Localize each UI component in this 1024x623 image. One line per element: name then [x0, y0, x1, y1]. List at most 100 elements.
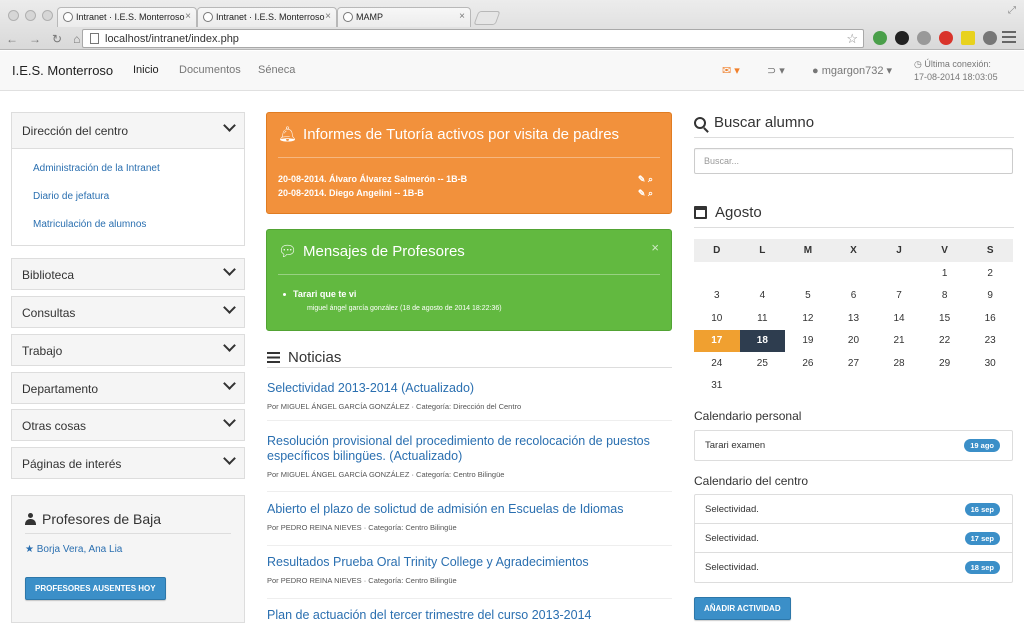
nav-documentos[interactable]: Documentos — [179, 64, 241, 76]
calendar-day[interactable]: 28 — [876, 352, 922, 375]
list-item[interactable]: Selectividad. 17 sep — [695, 524, 1012, 553]
event-label: Selectividad. — [705, 533, 759, 544]
drive-extension-icon[interactable] — [873, 31, 887, 45]
close-tab-icon[interactable]: × — [459, 11, 465, 22]
list-item[interactable]: Selectividad. 18 sep — [695, 553, 1012, 582]
abp-extension-icon[interactable] — [917, 31, 931, 45]
calendar-day[interactable]: 25 — [740, 352, 786, 375]
calendar-day[interactable]: 22 — [922, 330, 968, 353]
calendar-day[interactable]: 16 — [967, 307, 1013, 330]
calendar-day[interactable]: 12 — [785, 307, 831, 330]
calendar-day[interactable]: 20 — [831, 330, 877, 353]
noticias-header: Noticias — [267, 347, 672, 368]
news-title[interactable]: Resolución provisional del procedimiento… — [267, 434, 672, 464]
buscar-title: Buscar alumno — [714, 114, 815, 131]
calendar-day[interactable]: 26 — [785, 352, 831, 375]
extension-icon[interactable] — [961, 31, 975, 45]
rss-icon[interactable]: ⊃ ▾ — [767, 64, 785, 77]
list-item[interactable]: Selectividad. 16 sep — [695, 495, 1012, 524]
calendar-day[interactable]: 5 — [785, 285, 831, 308]
news-title[interactable]: Plan de actuación del tercer trimestre d… — [267, 608, 672, 623]
event-label: Tarari examen — [705, 440, 766, 451]
edit-icon[interactable]: ✎ — [638, 188, 646, 198]
close-icon[interactable]: × — [651, 240, 659, 255]
calendar-day[interactable]: 30 — [967, 352, 1013, 375]
browser-tab-2[interactable]: Intranet · I.E.S. Monterroso × — [197, 7, 337, 27]
news-title[interactable]: Abierto el plazo de solictud de admisión… — [267, 502, 672, 517]
calendar-day[interactable]: 19 — [785, 330, 831, 353]
close-tab-icon[interactable]: × — [325, 11, 331, 22]
back-icon[interactable]: ← — [6, 32, 18, 46]
calendar-day[interactable]: 18 — [739, 329, 786, 352]
date-badge: 19 ago — [964, 439, 1000, 452]
last-connection-label: Última conexión: — [924, 59, 991, 69]
zoom-window-button[interactable] — [42, 10, 53, 21]
sidebar-section-biblioteca[interactable]: Biblioteca — [11, 258, 245, 290]
edit-icon[interactable]: ✎ — [638, 174, 646, 184]
calendar-day[interactable]: 27 — [831, 352, 877, 375]
calendar-day[interactable]: 15 — [922, 307, 968, 330]
sidebar-link-administracion[interactable]: Administración de la Intranet — [12, 155, 244, 183]
calendar-day[interactable]: 11 — [740, 307, 786, 330]
search-input[interactable]: Buscar... — [694, 148, 1013, 174]
sidebar-section-paginas[interactable]: Páginas de interés — [11, 447, 245, 479]
calendar-day[interactable]: 9 — [967, 285, 1013, 308]
search-icon[interactable]: ⌕ — [648, 188, 653, 198]
absent-teachers-names[interactable]: ★ Borja Vera, Ana Lia — [25, 544, 231, 555]
add-activity-button[interactable]: AÑADIR ACTIVIDAD — [694, 597, 791, 620]
news-title[interactable]: Selectividad 2013-2014 (Actualizado) — [267, 381, 672, 396]
calendar-day[interactable]: 3 — [694, 285, 740, 308]
fullscreen-icon[interactable]: ⤢ — [1008, 5, 1016, 16]
opera-extension-icon[interactable] — [939, 31, 953, 45]
brand[interactable]: I.E.S. Monterroso — [12, 63, 113, 78]
extension-icon[interactable] — [895, 31, 909, 45]
sidebar-link-diario[interactable]: Diario de jefatura — [12, 183, 244, 211]
sidebar-link-matriculacion[interactable]: Matriculación de alumnos — [12, 211, 244, 239]
user-menu[interactable]: ● mgargon732 ▾ — [812, 64, 892, 77]
calendar-day[interactable]: 6 — [831, 285, 877, 308]
calendar-day[interactable]: 14 — [876, 307, 922, 330]
minimize-window-button[interactable] — [25, 10, 36, 21]
extension-icon[interactable] — [983, 31, 997, 45]
calendar-day[interactable]: 7 — [876, 285, 922, 308]
calendar-day[interactable]: 13 — [831, 307, 877, 330]
calendar-day[interactable]: 1 — [922, 262, 968, 285]
browser-tab-1[interactable]: Intranet · I.E.S. Monterroso × — [57, 7, 197, 27]
calendar-day[interactable]: 24 — [694, 352, 740, 375]
absent-today-button[interactable]: PROFESORES AUSENTES HOY — [25, 577, 166, 600]
message-text[interactable]: Tarari que te vi — [283, 289, 671, 299]
calendar-day[interactable]: 2 — [967, 262, 1013, 285]
sidebar-section-header[interactable]: Dirección del centro — [12, 113, 244, 148]
calendar-day[interactable]: 31 — [694, 375, 740, 398]
sidebar-section-consultas[interactable]: Consultas — [11, 296, 245, 328]
close-window-button[interactable] — [8, 10, 19, 21]
sidebar-section-trabajo[interactable]: Trabajo — [11, 334, 245, 366]
nav-seneca[interactable]: Séneca — [258, 64, 295, 76]
calendar-day[interactable]: 8 — [922, 285, 968, 308]
sidebar-section-departamento[interactable]: Departamento — [11, 372, 245, 404]
calendar-empty-cell — [740, 262, 786, 285]
mail-icon[interactable]: ✉ ▾ — [722, 64, 740, 77]
browser-tab-3[interactable]: MAMP × — [337, 7, 471, 27]
close-tab-icon[interactable]: × — [185, 11, 191, 22]
sidebar-section-otras[interactable]: Otras cosas — [11, 409, 245, 441]
centre-calendar-list: Selectividad. 16 sep Selectividad. 17 se… — [694, 494, 1013, 583]
home-icon[interactable]: ⌂ — [73, 32, 80, 46]
calendar-day[interactable]: 23 — [967, 330, 1013, 353]
news-title[interactable]: Resultados Prueba Oral Trinity College y… — [267, 555, 672, 570]
calendar-day[interactable]: 4 — [740, 285, 786, 308]
calendar-day[interactable]: 29 — [922, 352, 968, 375]
nav-inicio[interactable]: Inicio — [133, 64, 159, 76]
new-tab-button[interactable] — [473, 11, 501, 25]
forward-icon[interactable]: → — [29, 32, 41, 46]
address-bar[interactable]: localhost/intranet/index.php ☆ — [82, 29, 864, 48]
search-icon[interactable]: ⌕ — [648, 174, 653, 184]
bookmark-star-icon[interactable]: ☆ — [846, 31, 858, 47]
list-item[interactable]: Tarari examen 19 ago — [695, 431, 1012, 460]
reload-icon[interactable]: ↻ — [52, 32, 62, 46]
calendar-day[interactable]: 17 — [694, 329, 740, 352]
calendar-day[interactable]: 10 — [694, 307, 740, 330]
calendar-day[interactable]: 21 — [876, 330, 922, 353]
browser-menu-icon[interactable] — [1002, 31, 1016, 43]
section-label: Otras cosas — [22, 419, 87, 433]
